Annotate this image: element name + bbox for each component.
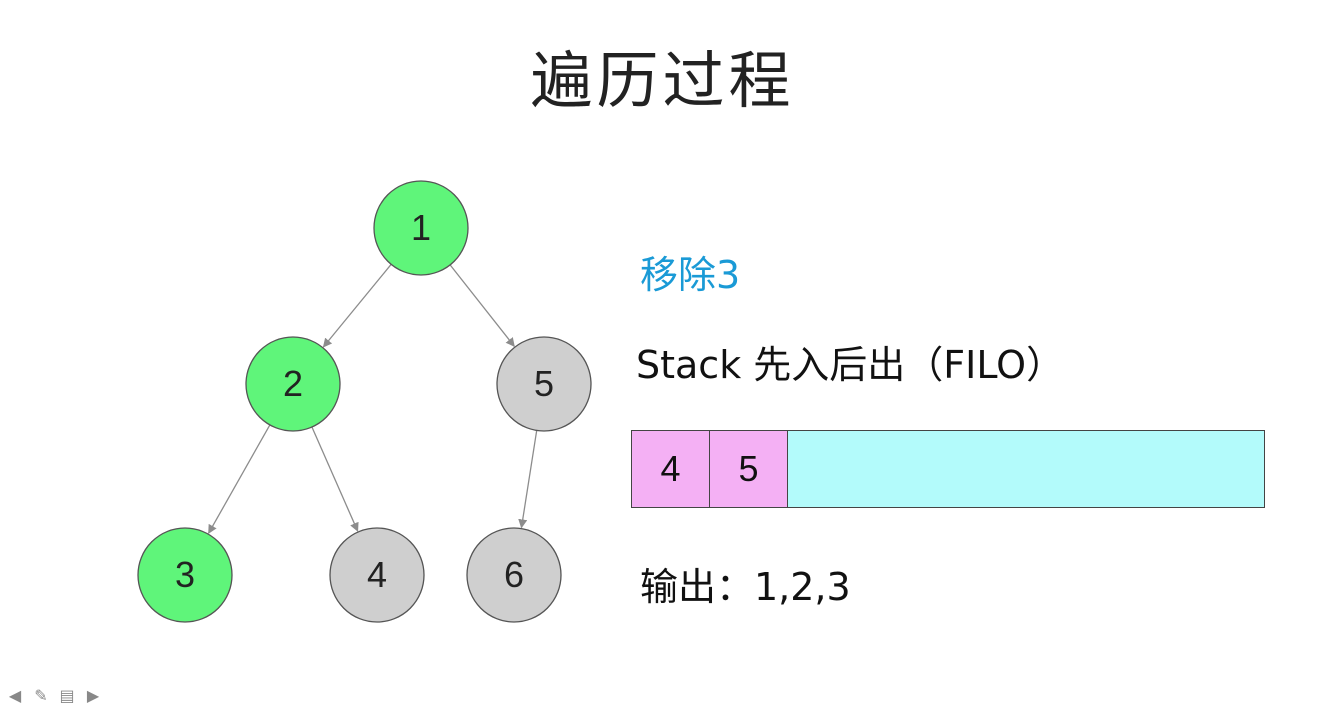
tree-node-label: 5 [534, 363, 554, 404]
tree-edge-2-4 [311, 426, 359, 532]
tree-edge-1-5 [449, 264, 515, 348]
arrow-left-icon[interactable]: ◀ [4, 688, 26, 704]
tree-node-label: 3 [175, 554, 195, 595]
step-label: 移除3 [640, 253, 741, 297]
stack-item: 5 [710, 431, 788, 507]
stack-item: 4 [632, 431, 710, 507]
tree-node-label: 2 [283, 363, 303, 404]
tree-node-6: 6 [466, 527, 562, 623]
tree-edge-5-6 [518, 430, 538, 529]
pencil-icon[interactable]: ✎ [30, 688, 52, 704]
tree-edge-1-2 [322, 263, 392, 348]
tree-node-label: 6 [504, 554, 524, 595]
tree-node-label: 1 [411, 207, 431, 248]
binary-tree-diagram: 1 2 5 3 4 6 [137, 180, 592, 623]
stack-caption: Stack 先入后出（FILO） [636, 343, 1065, 387]
tree-node-2: 2 [245, 336, 341, 432]
output-text: 输出：1,2,3 [640, 565, 851, 609]
presentation-toolbar: ◀ ✎ ▤ ▶ [4, 688, 104, 704]
tree-node-5: 5 [496, 336, 592, 432]
arrow-right-icon[interactable]: ▶ [82, 688, 104, 704]
stack-container: 4 5 [631, 430, 1265, 508]
tree-node-label: 4 [367, 554, 387, 595]
tree-edge-2-3 [208, 424, 271, 535]
tree-node-1: 1 [373, 180, 469, 276]
tree-node-4: 4 [329, 527, 425, 623]
slides-icon[interactable]: ▤ [56, 688, 78, 704]
tree-node-3: 3 [137, 527, 233, 623]
